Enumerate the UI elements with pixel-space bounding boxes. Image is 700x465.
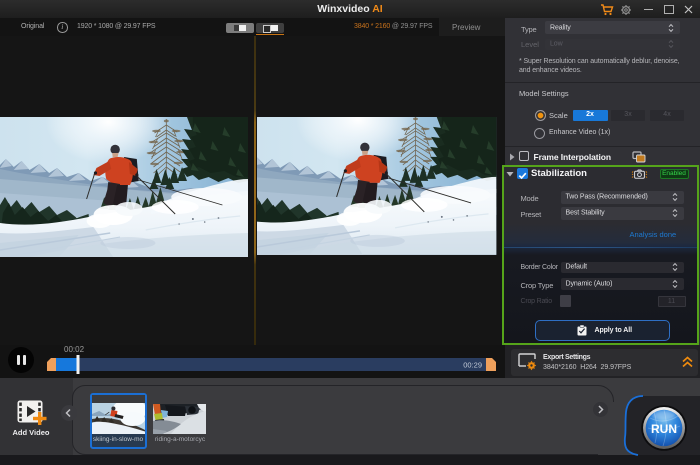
svg-text:00:29: 00:29 <box>463 361 482 370</box>
svg-text:RUN: RUN <box>651 422 677 436</box>
